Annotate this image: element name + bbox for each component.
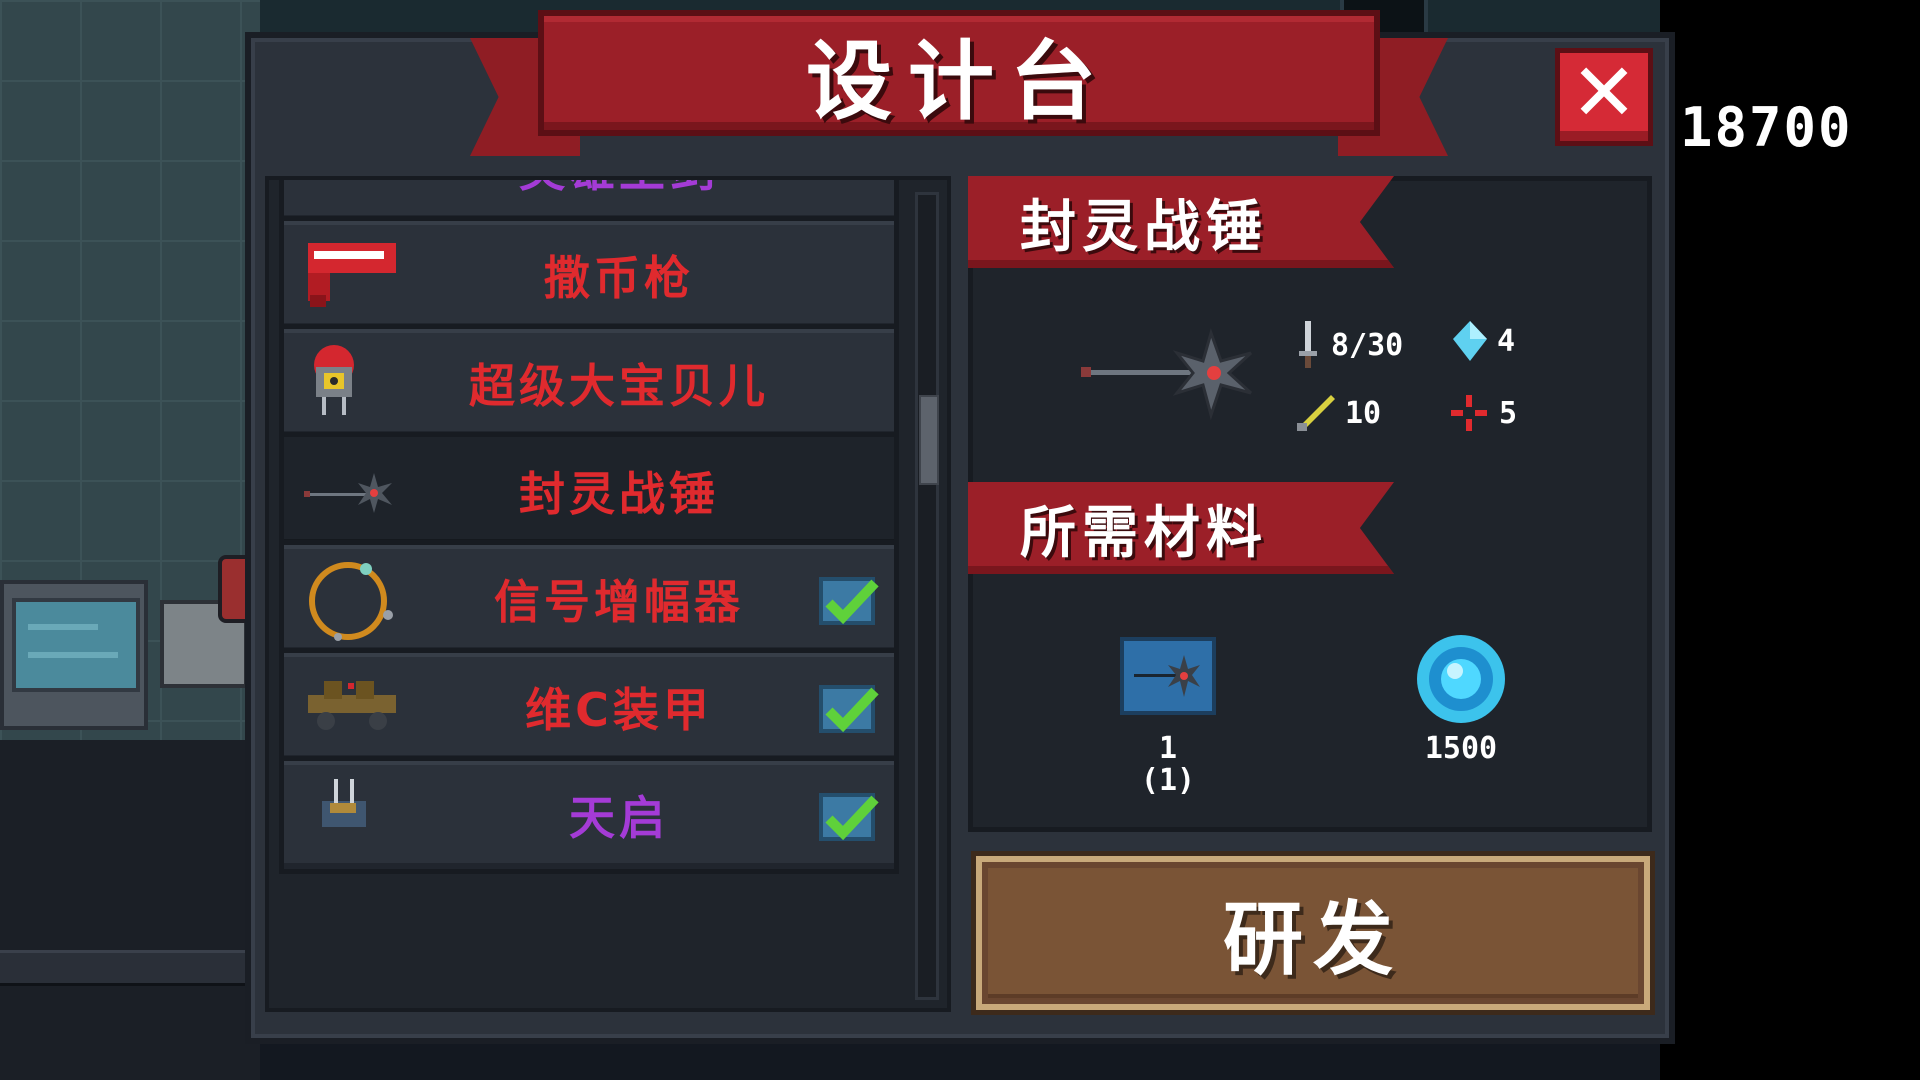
coin-counter: 18700 xyxy=(1680,96,1853,159)
list-item-name: 维C装甲 xyxy=(525,683,713,737)
gem-icon xyxy=(1417,635,1505,723)
stat-accuracy: 5 xyxy=(1449,393,1517,433)
background-floor-shadow xyxy=(0,740,260,1080)
list-item-name: 撒币枪 xyxy=(544,251,694,305)
weapon-name-ribbon: 封灵战锤 xyxy=(968,176,1394,268)
list-item-name: 超级大宝贝儿 xyxy=(469,359,769,413)
list-item-2[interactable]: 撒币枪 xyxy=(279,216,899,334)
blueprint-amount: 1 xyxy=(1158,731,1178,766)
title-ribbon: 设计台 xyxy=(538,10,1380,136)
sword-icon xyxy=(304,180,400,209)
background-wall xyxy=(0,950,260,986)
stat-damage: 8/30 xyxy=(1295,321,1403,369)
list-item-name: 封灵战锤 xyxy=(519,467,719,521)
weapon-name: 封灵战锤 xyxy=(1020,194,1268,260)
list-item-name: 英雄王剑 xyxy=(404,180,834,221)
mace-icon xyxy=(304,451,400,533)
list-item-5[interactable]: 信号增幅器 xyxy=(279,540,899,658)
develop-button[interactable]: 研发 xyxy=(976,856,1650,1010)
apocalypse-icon xyxy=(304,775,400,857)
close-icon: ✕ xyxy=(1570,46,1638,139)
energy-crystal-icon xyxy=(1453,321,1487,361)
owned-check-icon xyxy=(819,685,879,733)
coin-gun-icon xyxy=(304,235,400,317)
armor-icon xyxy=(304,667,400,749)
background-monitor xyxy=(0,580,148,730)
stat-critical: 10 xyxy=(1295,393,1381,433)
scrollbar-thumb[interactable] xyxy=(919,395,939,485)
critical-icon xyxy=(1297,395,1335,431)
blueprint-owned: (1) xyxy=(1140,763,1196,798)
list-item-6[interactable]: 维C装甲 xyxy=(279,648,899,766)
list-item-name: 天启 xyxy=(569,791,669,845)
close-button[interactable]: ✕ xyxy=(1555,48,1653,146)
list-item-name: 信号增幅器 xyxy=(494,575,744,629)
gem-amount: 1500 xyxy=(1424,731,1498,766)
background-void xyxy=(1660,0,1920,1080)
owned-check-icon xyxy=(819,577,879,625)
materials-ribbon: 所需材料 xyxy=(968,482,1394,574)
weapon-list[interactable]: 英雄王剑撒币枪超级大宝贝儿封灵战锤信号增幅器维C装甲天启 xyxy=(265,176,951,1012)
signal-ring-icon xyxy=(304,559,400,641)
page-title: 设计台 xyxy=(806,31,1112,132)
list-item-7[interactable]: 天启 xyxy=(279,756,899,874)
mace-icon xyxy=(1081,328,1253,421)
develop-button-label: 研发 xyxy=(1223,893,1403,986)
list-scrollbar[interactable] xyxy=(915,192,939,1000)
list-item-4[interactable]: 封灵战锤 xyxy=(279,432,899,550)
nuke-robot-icon xyxy=(304,343,400,425)
crosshair-icon xyxy=(1451,395,1487,431)
materials-title: 所需材料 xyxy=(1020,500,1268,566)
sword-stat-icon xyxy=(1299,321,1317,368)
blueprint-icon xyxy=(1120,637,1216,715)
stat-energy: 4 xyxy=(1453,321,1515,361)
list-item-3[interactable]: 超级大宝贝儿 xyxy=(279,324,899,442)
owned-check-icon xyxy=(819,793,879,841)
